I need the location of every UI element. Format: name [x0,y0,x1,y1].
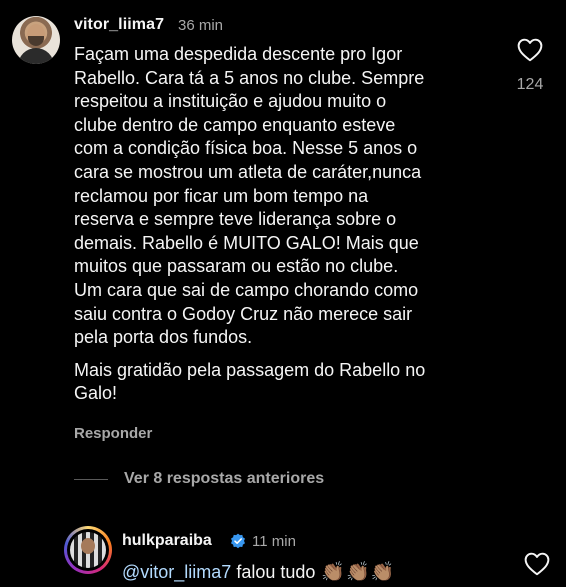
divider-line [74,478,108,480]
reply-timestamp: 11 min [252,533,296,550]
mention-link[interactable]: @vitor_liima7 [122,562,231,582]
comment-like-area: 124 [508,38,552,94]
heart-outline-icon[interactable] [524,552,550,576]
heart-outline-icon[interactable] [517,38,543,62]
verified-badge-icon [231,533,245,549]
clapping-hands-emoji: 👏🏽 [321,562,346,583]
reply-avatar[interactable] [64,526,112,574]
reply-body: @vitor_liima7 falou tudo 👏🏽👏🏽👏🏽 [122,560,394,584]
comment-timestamp: 36 min [178,17,224,34]
reply-username[interactable]: hulkparaiba [122,532,212,550]
view-previous-replies-button[interactable]: Ver 8 respostas anteriores [74,470,324,488]
comment-avatar[interactable] [12,16,60,64]
comment-paragraph-1: Façam uma despedida descente pro Igor Ra… [74,44,425,348]
comment-body: Façam uma despedida descente pro Igor Ra… [74,43,504,406]
clapping-hands-emoji: 👏🏽 [346,562,370,583]
comment-username[interactable]: vitor_liima7 [74,16,164,34]
clapping-hands-emoji: 👏🏽 [370,562,395,583]
comment-paragraph-2: Mais gratidão pela passagem do Rabello n… [74,359,426,404]
like-count: 124 [516,76,544,93]
view-replies-label: Ver 8 respostas anteriores [124,470,325,487]
reply-button[interactable]: Responder [74,425,152,442]
reply-text: falou tudo [231,562,321,582]
